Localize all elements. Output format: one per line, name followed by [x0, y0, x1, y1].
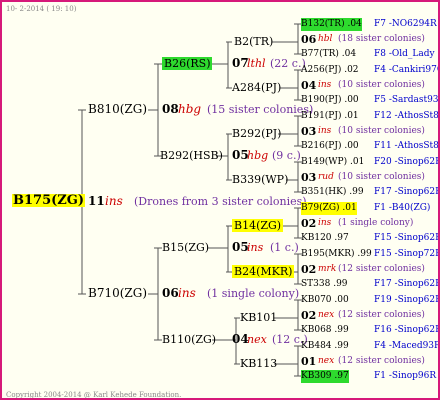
g4-row-3-top-queen: B149(WP) .01	[301, 157, 365, 167]
g4-row-2-top-queen: B191(PJ) .01	[301, 111, 359, 121]
g1-bottom-year: 06	[162, 286, 179, 300]
g4-row-3-top-info: F20 -Sinop62R	[374, 157, 440, 167]
g1-bottom-note: (1 single colony)	[207, 287, 300, 300]
g1-top-mark: hbg	[178, 102, 202, 116]
g3-b1-queen: B292(PJ)	[232, 127, 282, 140]
root-mark: ins	[105, 194, 123, 208]
g4-row-5-top-queen: B195(MKR) .99	[301, 249, 372, 259]
g4-row-5-top-info: F15 -Sinop72R	[374, 249, 440, 259]
g3-a1-queen: B2(TR)	[234, 35, 274, 48]
g4-row-6-top-queen: KB070 .00	[301, 295, 349, 305]
g4-row-5-year: 02	[301, 263, 317, 276]
g4-row-2-bottom-queen: B216(PJ) .00	[301, 141, 359, 151]
g4-row-3-year: 03	[301, 171, 317, 184]
g4-row-2-note: (10 sister colonies)	[338, 126, 425, 136]
g4-row-1-mark: ins	[318, 80, 332, 90]
g3-c2-queen: B24(MKR)	[232, 265, 295, 278]
g4-row-5-mark: mrk	[318, 264, 337, 274]
g4-row-4-top-info: F1 -B40(ZG)	[374, 203, 431, 213]
g4-row-3-note: (10 sister colonies)	[338, 172, 425, 182]
g3-b2-queen: B339(WP)	[232, 173, 289, 186]
g4-row-6-mark: nex	[318, 310, 335, 320]
g4-row-4-bottom-info: F15 -Sinop62R	[374, 233, 440, 243]
g1-top-year: 08	[162, 102, 179, 116]
g2-b-queen: B292(HSB)	[160, 149, 223, 162]
g3-c1-queen: B14(ZG)	[232, 219, 284, 232]
g2-c-note: (1 c.)	[270, 241, 299, 254]
g3-d1-queen: KB101	[240, 311, 278, 324]
g4-row-7-note: (12 sister colonies)	[338, 356, 425, 366]
g4-row-6-year: 02	[301, 309, 317, 322]
g4-row-7-mark: nex	[318, 356, 335, 366]
g4-row-3-bottom-info: F17 -Sinop62R	[374, 187, 440, 197]
g2-b-note: (9 c.)	[272, 149, 301, 162]
g4-row-1-bottom-queen: B190(PJ) .00	[301, 95, 359, 105]
g2-a-queen: B26(RS)	[162, 57, 213, 70]
g3-a2-queen: A284(PJ)	[232, 81, 282, 94]
g4-row-6-bottom-queen: KB068 .99	[301, 325, 349, 335]
g4-row-2-mark: ins	[318, 126, 332, 136]
g4-row-7-year: 01	[301, 355, 317, 368]
g4-row-1-top-queen: A256(PJ) .02	[301, 65, 359, 75]
g4-row-1-year: 04	[301, 79, 317, 92]
g4-row-2-year: 03	[301, 125, 317, 138]
g4-row-1-top-info: F4 -Cankiri97Q	[374, 65, 440, 75]
g4-row-6-bottom-info: F16 -Sinop62R	[374, 325, 440, 335]
g4-row-4-mark: ins	[318, 218, 332, 228]
g2-c-queen: B15(ZG)	[162, 241, 210, 254]
g1-top-note: (15 sister colonies)	[207, 103, 314, 116]
g4-row-4-note: (1 single colony)	[338, 218, 414, 228]
g2-d-queen: B110(ZG)	[162, 333, 217, 346]
g2-c-mark: ins	[247, 241, 264, 254]
g4-row-2-bottom-info: F11 -AthosSt80R	[374, 141, 439, 151]
g4-row-4-bottom-queen: KB120 .97	[301, 233, 349, 243]
g4-row-4-year: 02	[301, 217, 317, 230]
g1-top-queen: B810(ZG)	[88, 102, 148, 116]
g4-row-7-top-queen: KB484 .99	[301, 341, 349, 351]
g4-row-3-mark: rud	[318, 172, 334, 182]
g1-bottom-mark: ins	[178, 286, 196, 300]
g4-row-1-note: (10 sister colonies)	[338, 80, 425, 90]
copyright-footer: Copyright 2004-2014 @ Karl Kehede Founda…	[6, 391, 182, 399]
g2-d-mark: nex	[247, 333, 267, 346]
g4-row-7-bottom-info: F1 -Sinop96R	[374, 371, 437, 381]
g4-row-0-year: 06	[301, 33, 317, 46]
g1-bottom-queen: B710(ZG)	[88, 286, 148, 300]
g4-row-7-bottom-queen: KB309 .97	[301, 370, 349, 383]
g4-row-1-bottom-info: F5 -Sardast93R	[374, 95, 440, 105]
root-year: 11	[88, 194, 105, 208]
g4-row-2-top-info: F12 -AthosSt80R	[374, 111, 439, 121]
g4-row-5-bottom-info: F17 -Sinop62R	[374, 279, 440, 289]
g4-row-0-bottom-queen: B77(TR) .04	[301, 49, 357, 59]
print-timestamp: 10- 2-2014 ( 19: 10)	[6, 5, 77, 13]
g4-row-0-top-queen: B132(TR) .04	[301, 18, 362, 31]
pedigree-frame: 10- 2-2014 ( 19: 10) B175(ZG) 11 ins (Dr…	[0, 0, 440, 400]
g4-row-4-top-queen: B79(ZG) .01	[301, 202, 357, 215]
root-queen: B175(ZG)	[12, 193, 86, 208]
g4-row-3-bottom-queen: B351(HK) .99	[301, 187, 364, 197]
g4-row-0-mark: hbl	[318, 34, 333, 44]
g4-row-5-note: (12 sister colonies)	[338, 264, 425, 274]
g2-a-mark: lthl	[247, 57, 266, 70]
g4-row-7-top-info: F4 -Maced93R	[374, 341, 440, 351]
g4-row-0-bottom-info: F8 -Old_Lady	[374, 49, 435, 59]
g2-b-mark: hbg	[247, 149, 269, 162]
g4-row-6-note: (12 sister colonies)	[338, 310, 425, 320]
g4-row-0-note: (18 sister colonies)	[338, 34, 425, 44]
g4-row-0-top-info: F7 -NO6294R	[374, 19, 437, 29]
g4-row-6-top-info: F19 -Sinop62R	[374, 295, 440, 305]
g3-d2-queen: KB113	[240, 357, 278, 370]
g4-row-5-bottom-queen: ST338 .99	[301, 279, 348, 289]
root-note: (Drones from 3 sister colonies)	[134, 195, 307, 208]
